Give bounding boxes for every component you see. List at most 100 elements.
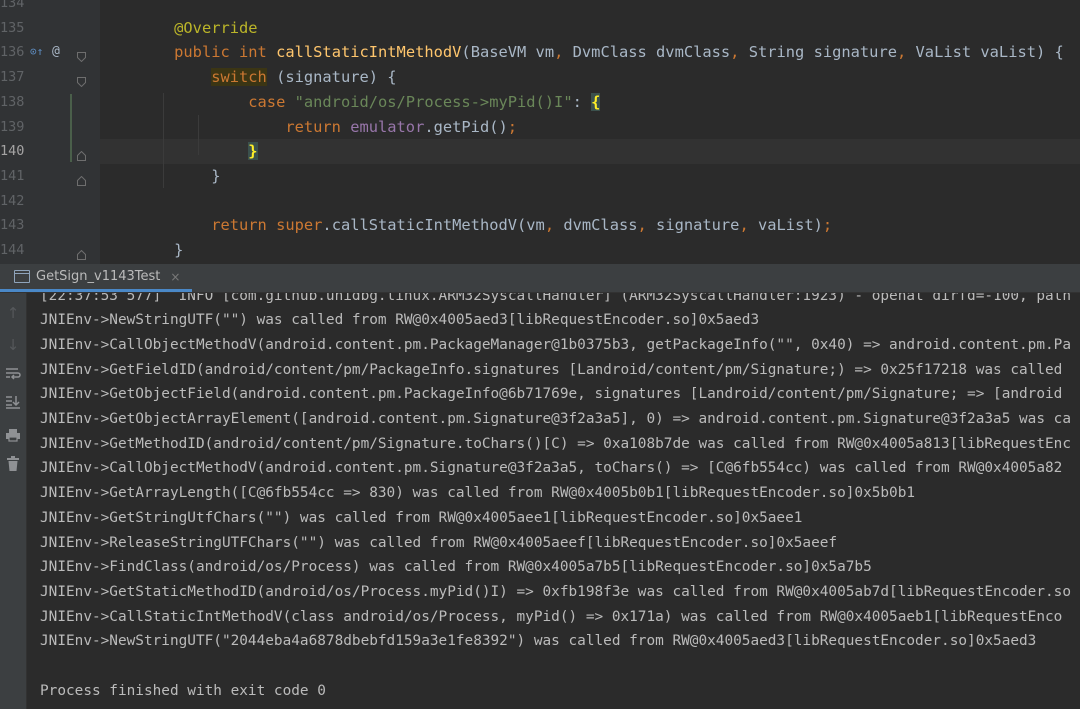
code-editor[interactable]: 134 135 136 ⊙↑ @137 138 139 140 141 142 143 144 @Ov…	[0, 0, 1080, 264]
console-toolbar: ↑ ↓	[0, 293, 27, 709]
code-token: public	[174, 43, 240, 62]
code-token: (signature) {	[266, 68, 397, 87]
line-number[interactable]: 143	[0, 213, 24, 238]
code-line[interactable]: switch (signature) {	[100, 65, 1080, 90]
gutter-line: 137	[0, 65, 100, 90]
console-line: JNIEnv->CallObjectMethodV(android.conten…	[40, 336, 1072, 353]
run-tab-label: GetSign_v1143Test	[36, 269, 161, 284]
gutter-line: 136 ⊙↑ @	[0, 40, 100, 65]
line-number[interactable]: 141	[0, 164, 24, 189]
gutter-line: 135	[0, 16, 100, 41]
console-line: JNIEnv->GetStringUtfChars("") was called…	[40, 509, 803, 526]
annotation-marker-icon[interactable]: @	[52, 40, 60, 65]
code-line[interactable]	[100, 0, 1080, 16]
gutter-line: 142	[0, 189, 100, 214]
code-token: callStaticIntMethodV	[276, 43, 462, 62]
fold-icon[interactable]	[77, 146, 86, 162]
run-console[interactable]: ↑ ↓ [22:37:53 577] INFO [com.github.unid…	[0, 293, 1080, 709]
code-token: return	[285, 117, 351, 136]
gutter-line: 140	[0, 139, 100, 164]
code-token: ,	[544, 216, 564, 235]
down-arrow-icon[interactable]: ↓	[0, 333, 26, 357]
console-line: JNIEnv->CallObjectMethodV(android.conten…	[40, 460, 1063, 477]
code-token: String signature	[748, 43, 897, 62]
code-token: "android/os/Process->myPid()I"	[294, 92, 573, 111]
code-token: DvmClass dvmClass	[572, 43, 731, 62]
line-number[interactable]: 137	[0, 65, 24, 90]
code-token: vaList)	[758, 216, 823, 235]
console-line: JNIEnv->GetObjectField(android.content.p…	[40, 386, 1063, 403]
console-line: JNIEnv->ReleaseStringUTFChars("") was ca…	[40, 534, 838, 551]
gutter-line: 139	[0, 115, 100, 140]
code-line[interactable]: }	[100, 238, 1080, 263]
up-arrow-icon[interactable]: ↑	[0, 301, 26, 325]
line-number[interactable]: 136	[0, 40, 24, 65]
console-line: JNIEnv->FindClass(android/os/Process) wa…	[40, 559, 872, 576]
console-line: JNIEnv->GetArrayLength([C@6fb554cc => 83…	[40, 485, 916, 502]
code-token: switch	[211, 68, 267, 87]
code-token: ,	[896, 43, 916, 62]
code-token: .getPid()	[424, 117, 508, 136]
fold-icon[interactable]	[77, 245, 86, 260]
code-token: .callStaticIntMethodV(vm	[322, 216, 545, 235]
line-number[interactable]: 139	[0, 115, 24, 140]
fold-icon[interactable]	[77, 72, 86, 88]
code-token: int	[239, 43, 277, 62]
override-marker-icon[interactable]: ⊙↑	[30, 40, 43, 65]
code-token: @Override	[174, 18, 258, 37]
print-icon[interactable]	[0, 425, 26, 449]
line-number[interactable]: 144	[0, 238, 24, 263]
code-line[interactable]: return emulator.getPid();	[100, 115, 1080, 140]
console-line: JNIEnv->NewStringUTF("2044eba4a6878dbebf…	[40, 633, 1037, 650]
exit-status-line: Process finished with exit code 0	[40, 682, 326, 699]
code-token: emulator	[350, 117, 425, 136]
line-number[interactable]: 134	[0, 0, 24, 16]
gutter-line: 134	[0, 0, 100, 16]
code-token: {	[591, 92, 601, 111]
run-tab[interactable]: GetSign_v1143Test ×	[0, 264, 193, 292]
code-line[interactable]: public int callStaticIntMethodV(BaseVM v…	[100, 40, 1080, 65]
line-number[interactable]: 142	[0, 189, 24, 214]
console-icon	[14, 270, 30, 283]
indent-guide	[163, 93, 164, 188]
code-token: dvmClass	[563, 216, 638, 235]
code-token: VaList vaList) {	[915, 43, 1064, 62]
code-token: }	[248, 142, 258, 161]
code-token: ,	[554, 43, 573, 62]
gutter-line: 141	[0, 164, 100, 189]
fold-icon[interactable]	[77, 47, 86, 63]
code-line[interactable]: }	[100, 164, 1080, 189]
code-line[interactable]: case "android/os/Process->myPid()I": {	[100, 90, 1080, 115]
line-number[interactable]: 135	[0, 16, 24, 41]
close-icon[interactable]: ×	[170, 270, 180, 284]
gutter-line: 138	[0, 90, 100, 115]
trash-icon[interactable]	[0, 455, 26, 479]
scroll-to-end-icon[interactable]	[0, 393, 26, 417]
soft-wrap-icon[interactable]	[0, 364, 26, 388]
code-token: ,	[730, 43, 749, 62]
code-token: return	[211, 216, 277, 235]
code-line[interactable]: return super.callStaticIntMethodV(vm, dv…	[100, 213, 1080, 238]
code-token: :	[572, 92, 592, 111]
line-number[interactable]: 138	[0, 90, 24, 115]
console-line: JNIEnv->NewStringUTF("") was called from…	[40, 312, 760, 329]
console-line: [22:37:53 577] INFO [com.github.unidbg.l…	[40, 293, 1072, 304]
fold-icon[interactable]	[77, 171, 86, 186]
console-line: JNIEnv->CallStaticIntMethodV(class andro…	[40, 608, 1063, 625]
code-token: ;	[822, 216, 833, 235]
console-line: JNIEnv->GetObjectArrayElement([android.c…	[40, 411, 1072, 427]
code-token: super	[276, 216, 323, 235]
code-token: ;	[507, 117, 518, 136]
code-line[interactable]: }	[100, 139, 1080, 164]
code-line[interactable]	[100, 189, 1080, 214]
line-number[interactable]: 140	[0, 139, 24, 164]
code-token: ,	[637, 216, 657, 235]
code-line[interactable]: @Override	[100, 16, 1080, 41]
